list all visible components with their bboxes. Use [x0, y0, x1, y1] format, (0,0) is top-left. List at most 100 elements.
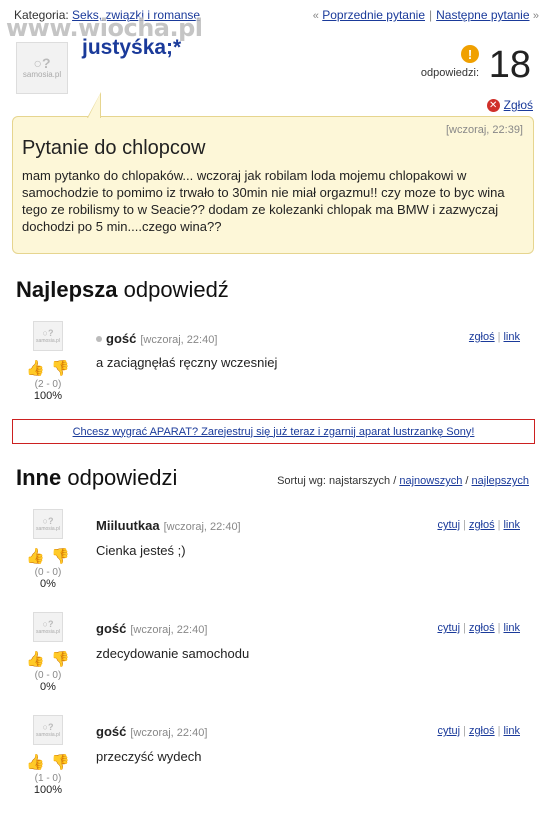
others-heading-rest: odpowiedzi	[61, 465, 178, 490]
answer-text: zdecydowanie samochodu	[96, 646, 250, 661]
next-question-link[interactable]: Następne pytanie	[436, 8, 529, 22]
answer-actions: cytuj | zgłoś | link	[437, 622, 520, 634]
answer-avatar[interactable]: ○? samosia.pl	[33, 509, 63, 539]
avatar-logo-text: samosia.pl	[36, 525, 60, 532]
avatar-bubble-icon: ○?	[42, 721, 54, 732]
answer-meta: gość [wczoraj, 22:40]	[96, 723, 207, 741]
vote-count: (2 - 0)	[34, 379, 62, 390]
report-answer-link[interactable]: zgłoś	[469, 331, 495, 343]
answer-author: gość	[96, 724, 127, 739]
report-question-link[interactable]: Zgłoś	[504, 98, 533, 112]
answer-meta: gość [wczoraj, 22:40]	[96, 620, 207, 638]
online-dot-icon	[96, 335, 102, 342]
vote-count: (1 - 0)	[34, 773, 62, 784]
best-answer-heading: Najlepsza odpowiedź	[16, 277, 229, 303]
answer-text: przeczyść wydech	[96, 749, 202, 764]
answer-author: Miiluutkaa	[96, 518, 160, 533]
avatar-bubble-icon: ○?	[42, 515, 54, 526]
answer-avatar[interactable]: ○? samosia.pl	[33, 321, 63, 351]
other-answer: ○? samosia.pl 👍 👎 (1 - 0) 100%	[22, 715, 74, 796]
promo-link[interactable]: Chcesz wygrać APARAT? Zarejestruj się ju…	[73, 426, 475, 438]
avatar-bubble-icon: ○?	[33, 55, 51, 71]
report-question[interactable]: ✕ Zgłoś	[486, 98, 533, 112]
thumb-down-icon[interactable]: 👎	[51, 361, 70, 377]
answer-text: a zaciągnęłaś ręczny wczesniej	[96, 355, 278, 370]
answer-time: [wczoraj, 22:40]	[130, 727, 208, 739]
vote-percent: 0%	[40, 681, 56, 693]
answers-count-label: odpowiedzi:	[420, 67, 479, 79]
thumb-up-icon[interactable]: 👍	[26, 755, 45, 771]
other-answer: ○? samosia.pl 👍 👎 (0 - 0) 0%	[22, 612, 74, 693]
answer-time: [wczoraj, 22:40]	[140, 334, 218, 346]
vote-count: (0 - 0)	[34, 567, 62, 578]
sort-best-link[interactable]: najlepszych	[472, 475, 529, 487]
answer-avatar[interactable]: ○? samosia.pl	[33, 715, 63, 745]
exclamation-icon: !	[461, 45, 479, 63]
other-answer: ○? samosia.pl 👍 👎 (0 - 0) 0%	[22, 509, 74, 590]
report-answer-link[interactable]: zgłoś	[469, 622, 495, 634]
answer-author: gość	[96, 621, 127, 636]
close-icon: ✕	[486, 98, 500, 112]
vote-count: (0 - 0)	[34, 670, 62, 681]
vote-percent: 100%	[33, 784, 63, 796]
other-answers-heading: Inne odpowiedzi	[16, 465, 177, 491]
thumb-up-icon[interactable]: 👍	[26, 652, 45, 668]
best-answer: ○? samosia.pl 👍 👎 (2 - 0) 100%	[22, 321, 74, 402]
sort-newest-link[interactable]: najnowszych	[399, 475, 462, 487]
thumb-down-icon[interactable]: 👎	[51, 549, 70, 565]
best-heading-rest: odpowiedź	[117, 277, 229, 302]
avatar-logo-text: samosia.pl	[36, 628, 60, 635]
answer-text: Cienka jesteś ;)	[96, 543, 186, 558]
permalink-link[interactable]: link	[503, 622, 520, 634]
asker-avatar[interactable]: ○? samosia.pl	[16, 42, 68, 94]
others-heading-bold: Inne	[16, 465, 62, 490]
avatar-logo-text: samosia.pl	[36, 337, 60, 344]
answer-author: gość	[106, 331, 137, 346]
answer-actions: cytuj | zgłoś | link	[437, 725, 520, 737]
thumb-up-icon[interactable]: 👍	[26, 361, 45, 377]
answers-count-number: 18	[488, 44, 531, 86]
promo-banner: Chcesz wygrać APARAT? Zarejestruj się ju…	[12, 419, 535, 444]
question-body: mam pytanko do chlopaków... wczoraj jak …	[22, 168, 505, 234]
question-nav: « Poprzednie pytanie | Następne pytanie »	[313, 8, 539, 22]
permalink-link[interactable]: link	[503, 725, 520, 737]
best-heading-bold: Najlepsza	[16, 277, 118, 302]
sort-label: Sortuj wg: najstarszych /	[277, 475, 397, 487]
answers-count-block: ! odpowiedzi: 18	[391, 45, 531, 89]
question-title: Pytanie do chlopcow	[22, 137, 206, 159]
vote-percent: 0%	[40, 578, 56, 590]
question-box: [wczoraj, 22:39] Pytanie do chlopcow mam…	[12, 92, 534, 254]
sort-bar: Sortuj wg: najstarszych / najnowszych / …	[277, 475, 529, 487]
quote-link[interactable]: cytuj	[437, 725, 460, 737]
answer-time: [wczoraj, 22:40]	[163, 521, 241, 533]
report-answer-link[interactable]: zgłoś	[469, 725, 495, 737]
thumb-down-icon[interactable]: 👎	[51, 755, 70, 771]
next-arrow-icon: »	[532, 10, 539, 22]
question-time: [wczoraj, 22:39]	[445, 124, 523, 136]
vote-panel: ○? samosia.pl 👍 👎 (2 - 0) 100%	[22, 321, 74, 402]
answer-actions: zgłoś | link	[468, 331, 520, 343]
quote-link[interactable]: cytuj	[437, 622, 460, 634]
answer-actions: cytuj | zgłoś | link	[437, 519, 520, 531]
thumb-down-icon[interactable]: 👎	[51, 652, 70, 668]
thumb-up-icon[interactable]: 👍	[26, 549, 45, 565]
avatar-bubble-icon: ○?	[42, 618, 54, 629]
best-answer-meta: gość [wczoraj, 22:40]	[96, 330, 217, 348]
avatar-logo-text: samosia.pl	[22, 70, 62, 79]
permalink-link[interactable]: link	[503, 331, 520, 343]
speech-bubble-tail-fill	[88, 94, 100, 118]
prev-arrow-icon: «	[312, 10, 319, 22]
avatar-bubble-icon: ○?	[42, 327, 54, 338]
permalink-link[interactable]: link	[503, 519, 520, 531]
answer-meta: Miiluutkaa [wczoraj, 22:40]	[96, 517, 241, 535]
quote-link[interactable]: cytuj	[437, 519, 460, 531]
nav-separator: |	[429, 8, 433, 22]
answer-time: [wczoraj, 22:40]	[130, 624, 208, 636]
vote-percent: 100%	[33, 390, 63, 402]
report-answer-link[interactable]: zgłoś	[469, 519, 495, 531]
sort-separator: /	[465, 475, 469, 487]
asker-name[interactable]: justyśka;*	[82, 36, 181, 60]
answer-avatar[interactable]: ○? samosia.pl	[33, 612, 63, 642]
avatar-logo-text: samosia.pl	[36, 731, 60, 738]
prev-question-link[interactable]: Poprzednie pytanie	[322, 8, 425, 22]
